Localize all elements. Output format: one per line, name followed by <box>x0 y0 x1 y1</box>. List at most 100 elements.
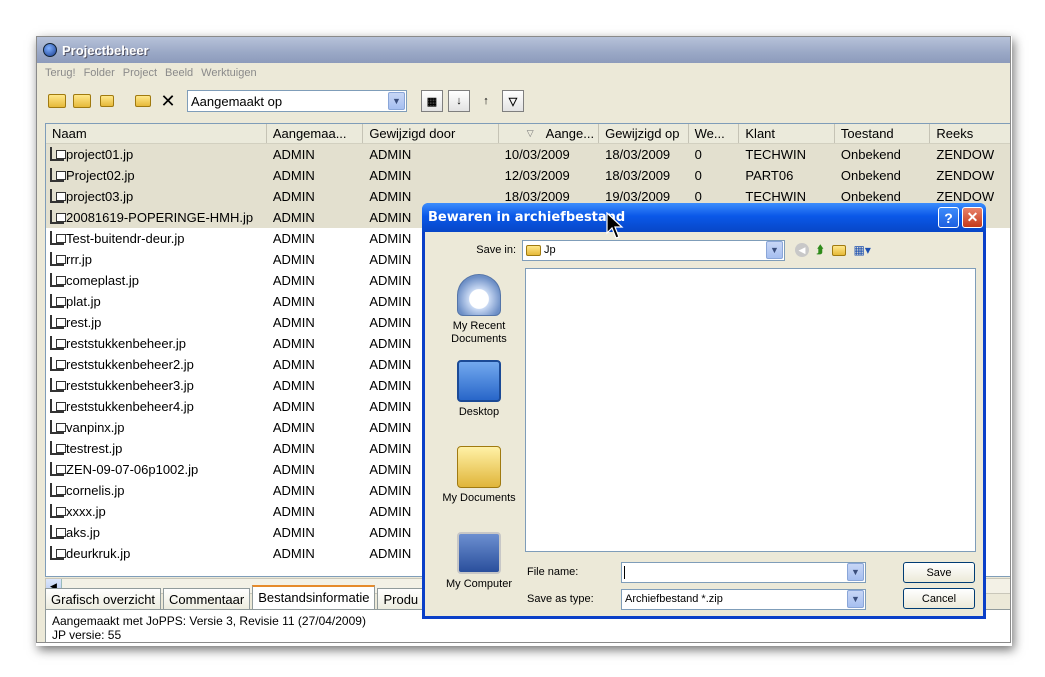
cell-text: reststukkenbeheer2.jp <box>66 357 194 372</box>
project-file-icon <box>50 357 66 371</box>
title-bar[interactable]: Projectbeheer <box>37 37 1010 63</box>
cell-text: Onbekend <box>840 168 901 183</box>
menu-folder[interactable]: Folder <box>84 67 115 79</box>
recent-documents-icon <box>457 274 501 316</box>
col-modified-by[interactable]: Gewijzigd door <box>363 124 499 143</box>
col-created-by[interactable]: Aangemaa... <box>267 124 364 143</box>
table-row[interactable]: project01.jp ADMIN ADMIN 10/03/2009 18/03/20… <box>46 144 1010 165</box>
cell-text: ZENDOW <box>936 147 995 162</box>
folder-icon <box>526 244 541 256</box>
cell-text: rest.jp <box>66 315 102 330</box>
delete-icon[interactable]: ✕ <box>158 91 178 111</box>
table-cell-name: xxxx.jp <box>46 504 267 519</box>
sort-descending-icon[interactable]: ↑ <box>475 90 497 112</box>
cancel-button[interactable]: Cancel <box>903 588 975 609</box>
cell-text: reststukkenbeheer3.jp <box>66 378 194 393</box>
col-client[interactable]: Klant <box>739 124 835 143</box>
menu-bar: Terug! Folder Project Beeld Werktuigen <box>37 64 1010 82</box>
project-file-icon <box>50 399 66 413</box>
cell-text: 18/03/2009 <box>605 147 671 162</box>
table-row[interactable]: Project02.jp ADMIN ADMIN 12/03/2009 18/03/20… <box>46 165 1010 186</box>
close-icon[interactable]: ✕ <box>962 207 983 228</box>
save-in-combo[interactable]: Jp ▼ <box>522 239 785 261</box>
chevron-down-icon[interactable]: ▼ <box>847 563 864 581</box>
menu-view[interactable]: Beeld <box>165 67 193 79</box>
place-my-documents[interactable]: My Documents <box>436 440 522 526</box>
place-my-computer[interactable]: My Computer <box>436 526 522 612</box>
save-button[interactable]: Save <box>903 562 975 583</box>
cell-text: ADMIN <box>369 210 412 225</box>
col-name[interactable]: Naam <box>46 124 267 143</box>
sort-ascending-icon[interactable]: ↓ <box>448 90 470 112</box>
table-cell-state: Onbekend <box>835 189 931 204</box>
places-bar: My Recent Documents Desktop My Documents… <box>436 268 522 606</box>
cell-text: rrr.jp <box>66 252 92 267</box>
place-recent[interactable]: My Recent Documents <box>436 268 522 354</box>
chevron-down-icon[interactable]: ▼ <box>766 241 783 259</box>
cell-text: reststukkenbeheer4.jp <box>66 399 194 414</box>
open-folder-icon[interactable] <box>133 91 153 111</box>
table-cell-created-by: ADMIN <box>267 210 364 225</box>
menu-project[interactable]: Project <box>123 67 157 79</box>
file-list-pane[interactable] <box>525 268 976 552</box>
chevron-down-icon[interactable]: ▼ <box>388 92 405 110</box>
col-we[interactable]: We... <box>689 124 740 143</box>
project-file-icon <box>50 147 66 161</box>
cell-text: Onbekend <box>840 189 901 204</box>
cell-text: ADMIN <box>369 294 412 309</box>
desktop-icon <box>457 360 501 402</box>
tab-graphical-overview[interactable]: Grafisch overzicht <box>45 588 162 609</box>
file-name-input[interactable]: ▼ <box>621 561 866 583</box>
cell-text: ADMIN <box>272 315 315 330</box>
table-cell-created-by: ADMIN <box>267 483 364 498</box>
cell-text: ADMIN <box>272 546 315 561</box>
search-folder-icon[interactable] <box>47 91 67 111</box>
details-view-icon[interactable]: ▦ <box>421 90 443 112</box>
sort-combo[interactable]: Aangemaakt op ▼ <box>187 90 407 112</box>
toolbar: ✕ Aangemaakt op ▼ ▦ ↓ ↑ ▽ <box>37 87 1010 115</box>
cell-text: ADMIN <box>272 420 315 435</box>
table-cell-client: PART06 <box>739 168 835 183</box>
cell-text: ADMIN <box>272 273 315 288</box>
help-icon[interactable]: ? <box>938 207 959 228</box>
cell-text: cornelis.jp <box>66 483 125 498</box>
tab-file-info[interactable]: Bestandsinformatie <box>252 585 376 609</box>
save-as-type-select[interactable]: Archiefbestand *.zip ▼ <box>621 588 866 610</box>
place-desktop[interactable]: Desktop <box>436 354 522 440</box>
tab-products[interactable]: Produ <box>377 588 425 609</box>
cell-text: plat.jp <box>66 294 101 309</box>
table-cell-created-by: ADMIN <box>267 294 364 309</box>
dialog-title-bar[interactable]: Bewaren in archiefbestand ? ✕ <box>422 203 986 232</box>
chevron-down-icon[interactable]: ▼ <box>847 590 864 608</box>
cell-text: Onbekend <box>840 147 901 162</box>
col-state[interactable]: Toestand <box>835 124 931 143</box>
table-cell-name: 20081619-POPERINGE-HMH.jp <box>46 210 267 225</box>
col-series[interactable]: Reeks <box>930 124 1010 143</box>
list-header: Naam Aangemaa... Gewijzigd door ▽ Aange..… <box>46 124 1010 144</box>
cell-text: testrest.jp <box>66 441 123 456</box>
app-icon <box>43 43 57 57</box>
table-cell-created-by: ADMIN <box>267 357 364 372</box>
cell-text: ADMIN <box>369 357 412 372</box>
menu-tools[interactable]: Werktuigen <box>201 67 256 79</box>
up-folder-icon[interactable]: ⮭ <box>817 244 824 257</box>
new-folder-icon[interactable] <box>97 91 117 111</box>
table-cell-series: ZENDOW <box>930 168 1010 183</box>
table-cell-created-by: ADMIN <box>267 147 364 162</box>
cell-text: 19/03/2009 <box>605 189 671 204</box>
tab-comment[interactable]: Commentaar <box>163 588 251 609</box>
view-menu-icon[interactable]: ▦▾ <box>854 243 871 257</box>
back-icon[interactable]: ◀ <box>795 243 809 257</box>
save-as-type-value: Archiefbestand *.zip <box>625 593 723 605</box>
filter-icon[interactable]: ▽ <box>502 90 524 112</box>
table-cell-created-by: ADMIN <box>267 315 364 330</box>
new-folder-icon[interactable] <box>831 244 846 256</box>
cell-text: ADMIN <box>369 315 412 330</box>
file-name-label: File name: <box>527 566 579 578</box>
col-created-on[interactable]: ▽ Aange... <box>499 124 600 143</box>
menu-back[interactable]: Terug! <box>45 67 76 79</box>
col-modified-on[interactable]: Gewijzigd op <box>599 124 689 143</box>
file-name-row: File name: ▼ <box>527 561 866 583</box>
parent-folder-icon[interactable] <box>72 91 92 111</box>
table-cell-created-by: ADMIN <box>267 336 364 351</box>
